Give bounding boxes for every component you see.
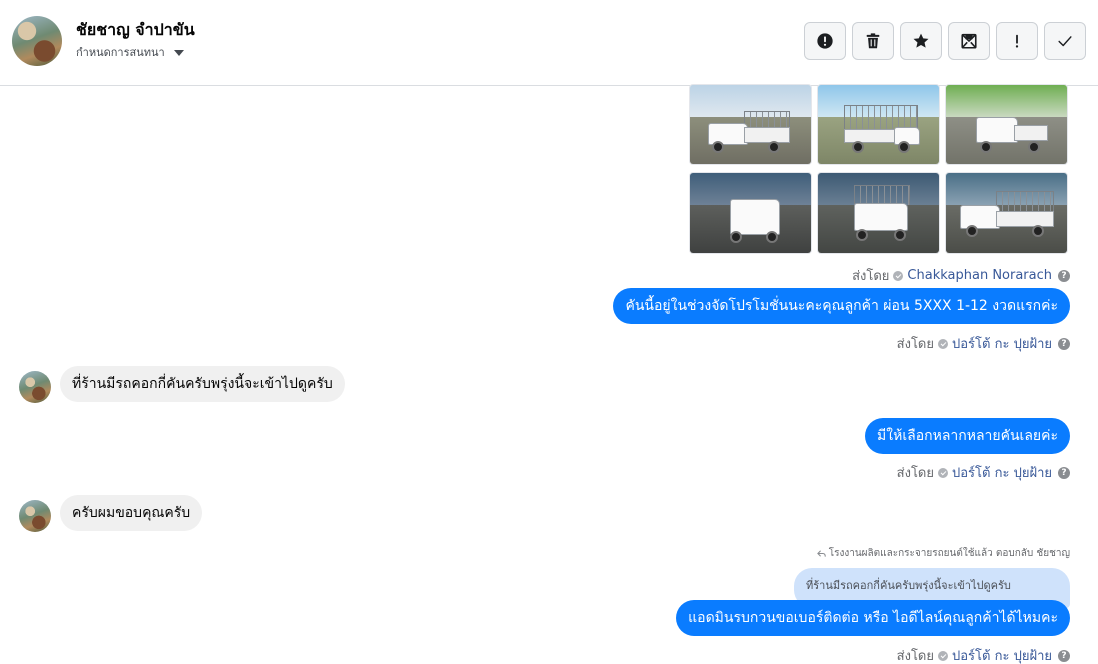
sent-by-label: ส่งโดย — [896, 466, 934, 481]
truck-photo-3[interactable] — [945, 84, 1068, 165]
truck-photo-1[interactable] — [689, 84, 812, 165]
help-question-icon[interactable]: ? — [1058, 337, 1070, 350]
sender-name-link[interactable]: ปอร์โต้ กะ ปุยฝ้าย — [952, 462, 1052, 483]
done-button[interactable] — [1044, 22, 1086, 60]
conversation-header: ชัยชาญ จำปาขัน กำหนดการสนทนา — [0, 0, 1098, 86]
help-question-icon[interactable]: ? — [1058, 269, 1070, 282]
caret-down-icon — [173, 49, 184, 56]
incoming-message-bubble[interactable]: ที่ร้านมีรถคอกกี่คันครับพรุ่งนี้จะเข้าไป… — [60, 366, 345, 402]
sender-name-link[interactable]: ปอร์โต้ กะ ปุยฝ้าย — [952, 333, 1052, 354]
outgoing-message-bubble[interactable]: มีให้เลือกหลากหลายคันเลยค่ะ — [865, 418, 1070, 454]
sent-by-label: ส่งโดย — [852, 269, 890, 284]
contact-name[interactable]: ชัยชาญ จำปาขัน — [76, 18, 195, 43]
reply-arrow-icon — [816, 550, 826, 557]
message-sender-info: ส่งโดย Chakkaphan Norarach ? — [852, 265, 1070, 286]
sent-by-label: ส่งโดย — [896, 649, 934, 664]
delete-button[interactable] — [852, 22, 894, 60]
outgoing-message-bubble[interactable]: คันนี้อยู่ในช่วงจัดโปรโมชั่นนะคะคุณลูกค้… — [613, 288, 1070, 324]
photo-attachment-grid — [689, 84, 1070, 254]
sender-name-link[interactable]: ปอร์โต้ กะ ปุยฝ้าย — [952, 645, 1052, 664]
star-icon — [913, 33, 929, 48]
truck-photo-5[interactable] — [817, 172, 940, 254]
alert-circle-icon — [817, 33, 833, 49]
trash-icon — [866, 33, 880, 49]
verified-check-icon — [893, 270, 904, 281]
contact-avatar-small[interactable] — [19, 371, 51, 403]
envelope-open-icon — [961, 33, 977, 49]
report-button[interactable] — [804, 22, 846, 60]
conversation-schedule-dropdown[interactable]: กำหนดการสนทนา — [76, 43, 184, 61]
message-sender-info: ส่งโดย ปอร์โต้ กะ ปุยฝ้าย ? — [897, 462, 1070, 483]
verified-check-icon — [938, 338, 948, 349]
header-toolbar — [804, 22, 1086, 60]
important-button[interactable] — [996, 22, 1038, 60]
reply-context-text: โรงงานผลิตและกระจายรถยนต์ใช้แล้ว ตอบกลับ… — [828, 548, 1070, 559]
contact-avatar-small[interactable] — [19, 500, 51, 532]
check-icon — [1058, 36, 1072, 47]
truck-photo-4[interactable] — [689, 172, 812, 254]
mark-unread-button[interactable] — [948, 22, 990, 60]
contact-avatar[interactable] — [12, 16, 62, 66]
sender-name-link[interactable]: Chakkaphan Norarach — [907, 268, 1052, 283]
truck-photo-2[interactable] — [817, 84, 940, 165]
truck-photo-6[interactable] — [945, 172, 1068, 254]
exclamation-icon — [1015, 34, 1019, 48]
help-question-icon[interactable]: ? — [1058, 466, 1070, 479]
sent-by-label: ส่งโดย — [896, 337, 934, 352]
star-button[interactable] — [900, 22, 942, 60]
conversation-schedule-label: กำหนดการสนทนา — [76, 46, 165, 59]
message-sender-info: ส่งโดย ปอร์โต้ กะ ปุยฝ้าย ? — [897, 333, 1070, 354]
message-sender-info: ส่งโดย ปอร์โต้ กะ ปุยฝ้าย ? — [897, 645, 1070, 664]
outgoing-message-bubble[interactable]: แอดมินรบกวนขอเบอร์ติดต่อ หรือ ไอดีไลน์คุ… — [676, 600, 1070, 636]
help-question-icon[interactable]: ? — [1058, 649, 1070, 662]
verified-check-icon — [938, 650, 948, 661]
reply-context-note: โรงงานผลิตและกระจายรถยนต์ใช้แล้ว ตอบกลับ… — [816, 546, 1070, 561]
incoming-message-bubble[interactable]: ครับผมขอบคุณครับ — [60, 495, 203, 531]
verified-check-icon — [938, 467, 948, 478]
